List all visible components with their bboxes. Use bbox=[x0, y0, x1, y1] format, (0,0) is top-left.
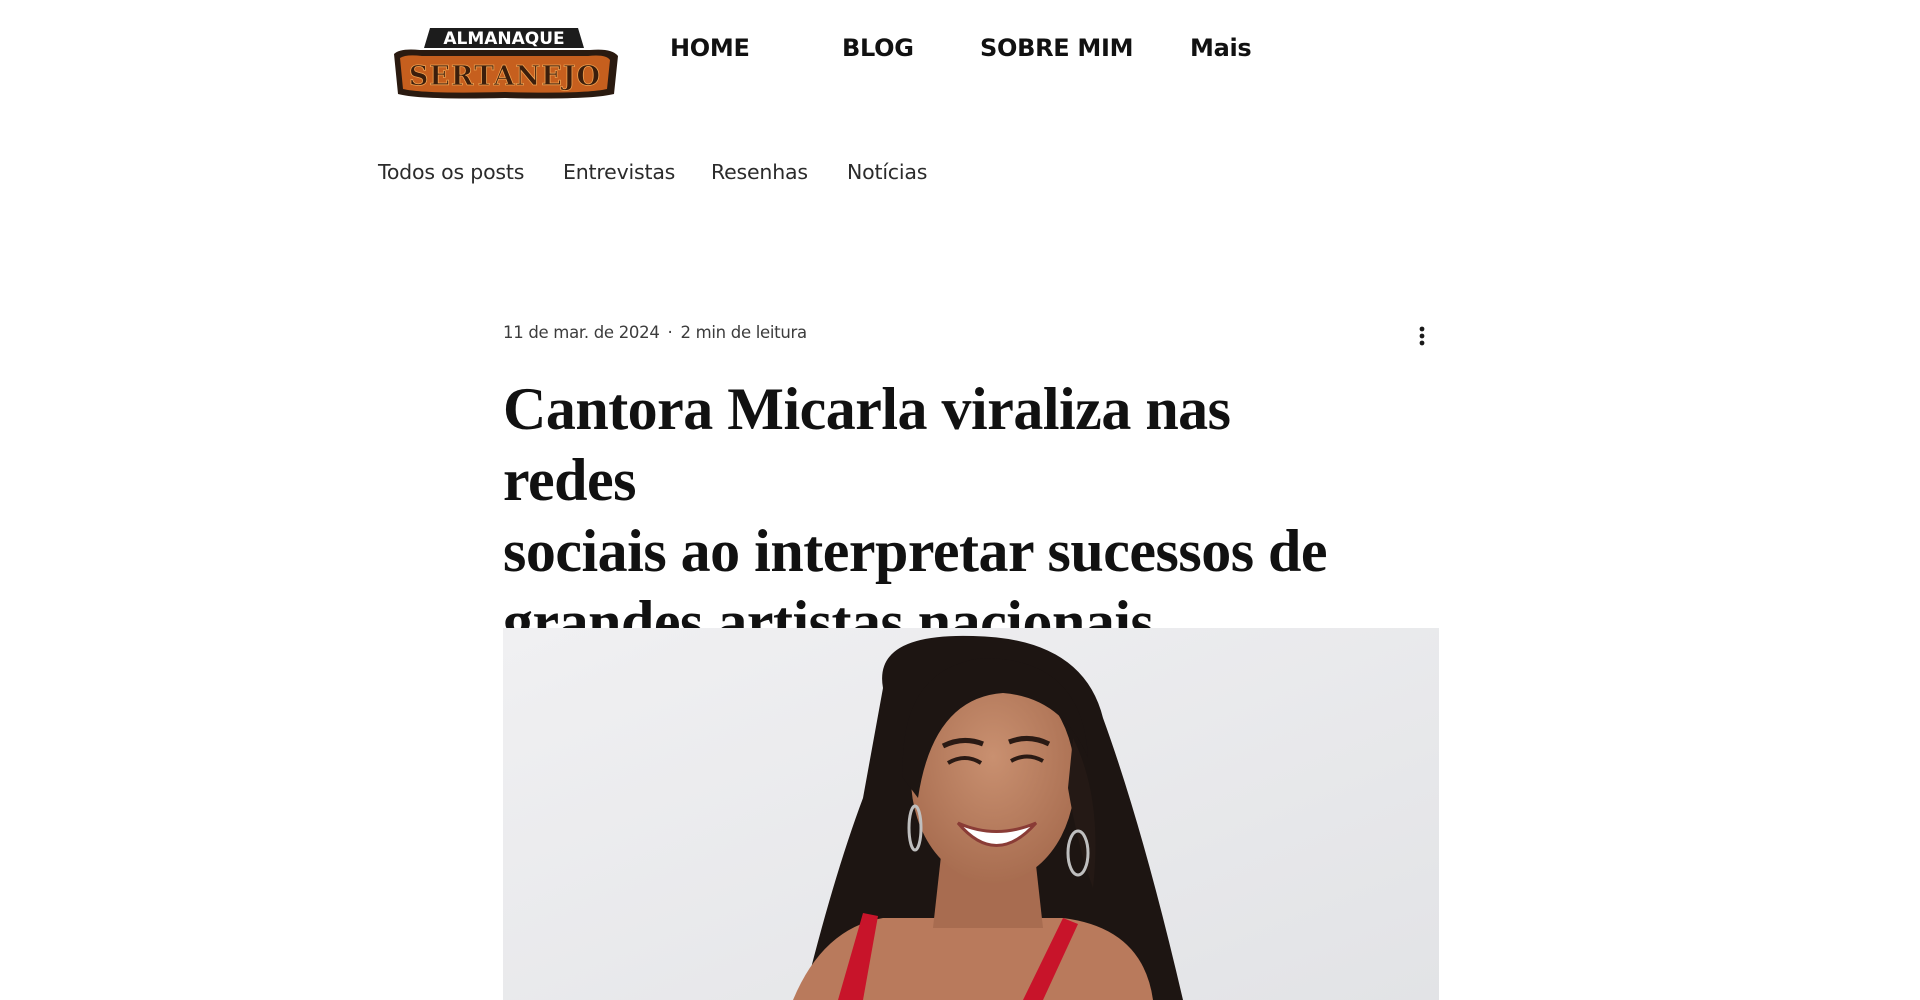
logo-line2: SERTANEJO bbox=[409, 61, 601, 92]
category-noticias[interactable]: Notícias bbox=[847, 160, 927, 184]
more-vertical-icon[interactable] bbox=[1410, 322, 1434, 350]
category-entrevistas[interactable]: Entrevistas bbox=[563, 160, 675, 184]
logo-graphic: ALMANAQUE SERTANEJO bbox=[394, 28, 618, 99]
nav-blog[interactable]: BLOG bbox=[842, 34, 914, 62]
logo-line1: ALMANAQUE bbox=[443, 29, 564, 49]
post-title-line: Cantora Micarla viraliza nas redes bbox=[503, 376, 1231, 513]
post-hero-image[interactable] bbox=[503, 628, 1439, 1000]
post-title-line: sociais ao interpretar sucessos de bbox=[503, 518, 1328, 584]
meta-separator: · bbox=[667, 323, 673, 342]
nav-sobre-mim[interactable]: SOBRE MIM bbox=[980, 34, 1134, 62]
nav-home[interactable]: HOME bbox=[670, 34, 750, 62]
nav-more[interactable]: Mais bbox=[1190, 34, 1252, 62]
post-title: Cantora Micarla viraliza nas redes socia… bbox=[503, 374, 1363, 658]
post-date: 11 de mar. de 2024 bbox=[503, 323, 660, 342]
post-meta: 11 de mar. de 2024 · 2 min de leitura bbox=[503, 323, 807, 342]
hero-photo bbox=[503, 628, 1439, 1000]
site-logo[interactable]: ALMANAQUE SERTANEJO bbox=[390, 22, 620, 102]
post-read-time: 2 min de leitura bbox=[680, 323, 807, 342]
category-resenhas[interactable]: Resenhas bbox=[711, 160, 808, 184]
category-all-posts[interactable]: Todos os posts bbox=[378, 160, 524, 184]
